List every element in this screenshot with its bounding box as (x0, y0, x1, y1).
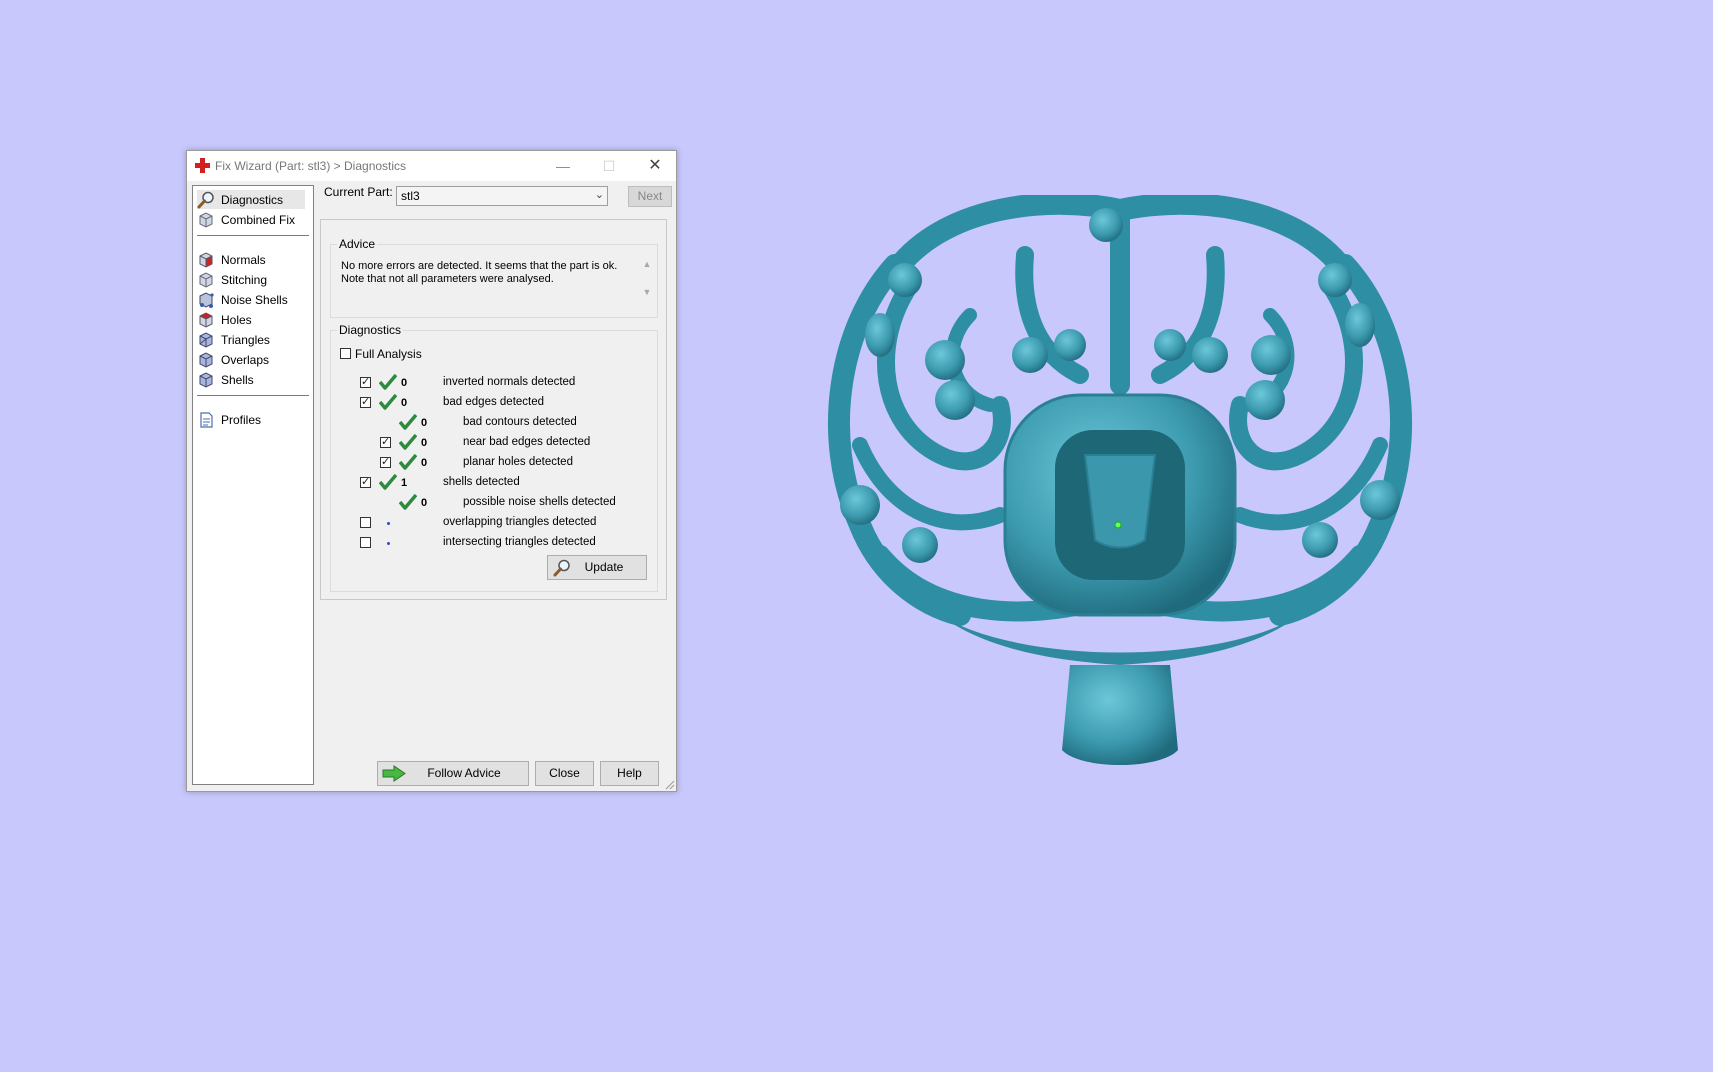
next-button[interactable]: Next (628, 186, 672, 207)
check-ok-icon (399, 434, 417, 450)
resize-grip-icon[interactable] (664, 779, 675, 790)
cube-red-icon (199, 311, 213, 328)
diagnostics-title: Diagnostics (337, 323, 404, 337)
advice-scrollbar[interactable]: ▲ ▼ (640, 259, 654, 307)
follow-advice-label: Follow Advice (427, 766, 501, 780)
nav-item-holes[interactable]: Holes (197, 310, 252, 329)
inverted-normals-count: 0 (401, 377, 408, 389)
nav-label: Diagnostics (221, 192, 284, 207)
nav-item-overlaps[interactable]: Overlaps (197, 350, 269, 369)
bad-edges-count: 0 (401, 397, 408, 409)
nav-label: Combined Fix (221, 212, 296, 227)
planar-holes-label: planar holes detected (463, 456, 573, 468)
cube-red-icon (199, 251, 213, 268)
diagnostics-panel: Advice No more errors are detected. It s… (320, 219, 667, 600)
cube-blue-icon (199, 331, 213, 348)
nav-separator (197, 235, 309, 237)
title-bar[interactable]: Fix Wizard (Part: stl3) > Diagnostics — … (187, 151, 676, 181)
cube-icon (199, 271, 213, 288)
near-bad-edges-count: 0 (421, 437, 428, 449)
nav-item-noise-shells[interactable]: Noise Shells (197, 290, 288, 309)
shells-count: 1 (401, 477, 408, 489)
bad-contours-label: bad contours detected (463, 416, 577, 428)
check-ok-icon (379, 374, 397, 390)
nav-label: Holes (221, 312, 252, 327)
nav-item-normals[interactable]: Normals (197, 250, 266, 269)
cube-blue-icon (199, 371, 213, 388)
maximize-button[interactable]: ☐ (586, 151, 632, 181)
cube-icon (199, 211, 213, 228)
overlapping-triangles-label: overlapping triangles detected (443, 516, 597, 528)
not-analysed-dot-icon (387, 522, 390, 525)
nav-label: Overlaps (221, 352, 270, 367)
check-ok-icon (399, 454, 417, 470)
full-analysis-label: Full Analysis (355, 347, 422, 361)
near-bad-edges-checkbox[interactable] (380, 437, 391, 448)
planar-holes-count: 0 (421, 457, 428, 469)
wizard-nav-list: Diagnostics Combined Fix Normals Stitchi… (192, 185, 314, 785)
advice-title: Advice (337, 237, 378, 251)
red-cross-icon (195, 158, 210, 173)
bad-edges-checkbox[interactable] (360, 397, 371, 408)
nav-item-diagnostics[interactable]: Diagnostics (197, 190, 305, 209)
check-ok-icon (399, 494, 417, 510)
intersecting-triangles-checkbox[interactable] (360, 537, 371, 548)
nav-label: Normals (221, 252, 266, 267)
nav-label: Noise Shells (221, 292, 288, 307)
intersecting-triangles-label: intersecting triangles detected (443, 536, 596, 548)
nav-label: Profiles (221, 412, 262, 427)
check-ok-icon (379, 394, 397, 410)
nav-label: Triangles (221, 332, 270, 347)
advice-group: Advice No more errors are detected. It s… (330, 237, 658, 318)
update-label: Update (584, 560, 624, 574)
advice-text: No more errors are detected. It seems th… (341, 260, 618, 285)
near-bad-edges-label: near bad edges detected (463, 436, 591, 448)
window-title: Fix Wizard (Part: stl3) > Diagnostics (215, 159, 407, 173)
check-ok-icon (379, 474, 397, 490)
update-button[interactable]: Update (547, 555, 647, 580)
magnifier-icon (197, 191, 214, 208)
scroll-up-icon[interactable]: ▲ (640, 259, 654, 269)
close-button[interactable]: Close (535, 761, 594, 786)
nav-label: Stitching (221, 272, 268, 287)
chevron-down-icon: ⌄ (594, 189, 604, 201)
shells-checkbox[interactable] (360, 477, 371, 488)
green-arrow-icon (382, 765, 406, 782)
nav-label: Shells (221, 372, 254, 387)
overlapping-triangles-checkbox[interactable] (360, 517, 371, 528)
planar-holes-checkbox[interactable] (380, 457, 391, 468)
full-analysis-checkbox[interactable] (340, 348, 351, 359)
current-part-label: Current Part: (324, 185, 393, 199)
not-analysed-dot-icon (387, 542, 390, 545)
inverted-normals-label: inverted normals detected (443, 376, 576, 388)
diagnostics-group: Diagnostics Full Analysis 0 inverted nor… (330, 323, 658, 592)
bad-edges-label: bad edges detected (443, 396, 545, 408)
noise-shells-icon (199, 291, 214, 308)
follow-advice-button[interactable]: Follow Advice (377, 761, 529, 786)
help-button[interactable]: Help (600, 761, 659, 786)
nav-item-combined-fix[interactable]: Combined Fix (197, 210, 295, 229)
bad-contours-count: 0 (421, 417, 428, 429)
nav-item-stitching[interactable]: Stitching (197, 270, 267, 289)
fix-wizard-dialog: Fix Wizard (Part: stl3) > Diagnostics — … (186, 150, 677, 792)
nav-item-triangles[interactable]: Triangles (197, 330, 270, 349)
minimize-button[interactable]: — (540, 151, 586, 181)
current-part-select[interactable]: stl3 ⌄ (396, 186, 608, 206)
scroll-down-icon[interactable]: ▼ (640, 287, 654, 297)
close-window-button[interactable]: ✕ (632, 151, 678, 181)
shells-label: shells detected (443, 476, 520, 488)
part-model-render[interactable] (800, 195, 1440, 775)
magnifier-icon (553, 559, 570, 577)
nav-item-shells[interactable]: Shells (197, 370, 254, 389)
noise-shells-label: possible noise shells detected (463, 496, 616, 508)
inverted-normals-checkbox[interactable] (360, 377, 371, 388)
nav-separator (197, 395, 309, 397)
noise-shells-count: 0 (421, 497, 428, 509)
cube-blue-icon (199, 351, 213, 368)
nav-item-profiles[interactable]: Profiles (197, 410, 261, 429)
current-part-value: stl3 (401, 189, 420, 203)
check-ok-icon (399, 414, 417, 430)
document-icon (200, 411, 213, 428)
